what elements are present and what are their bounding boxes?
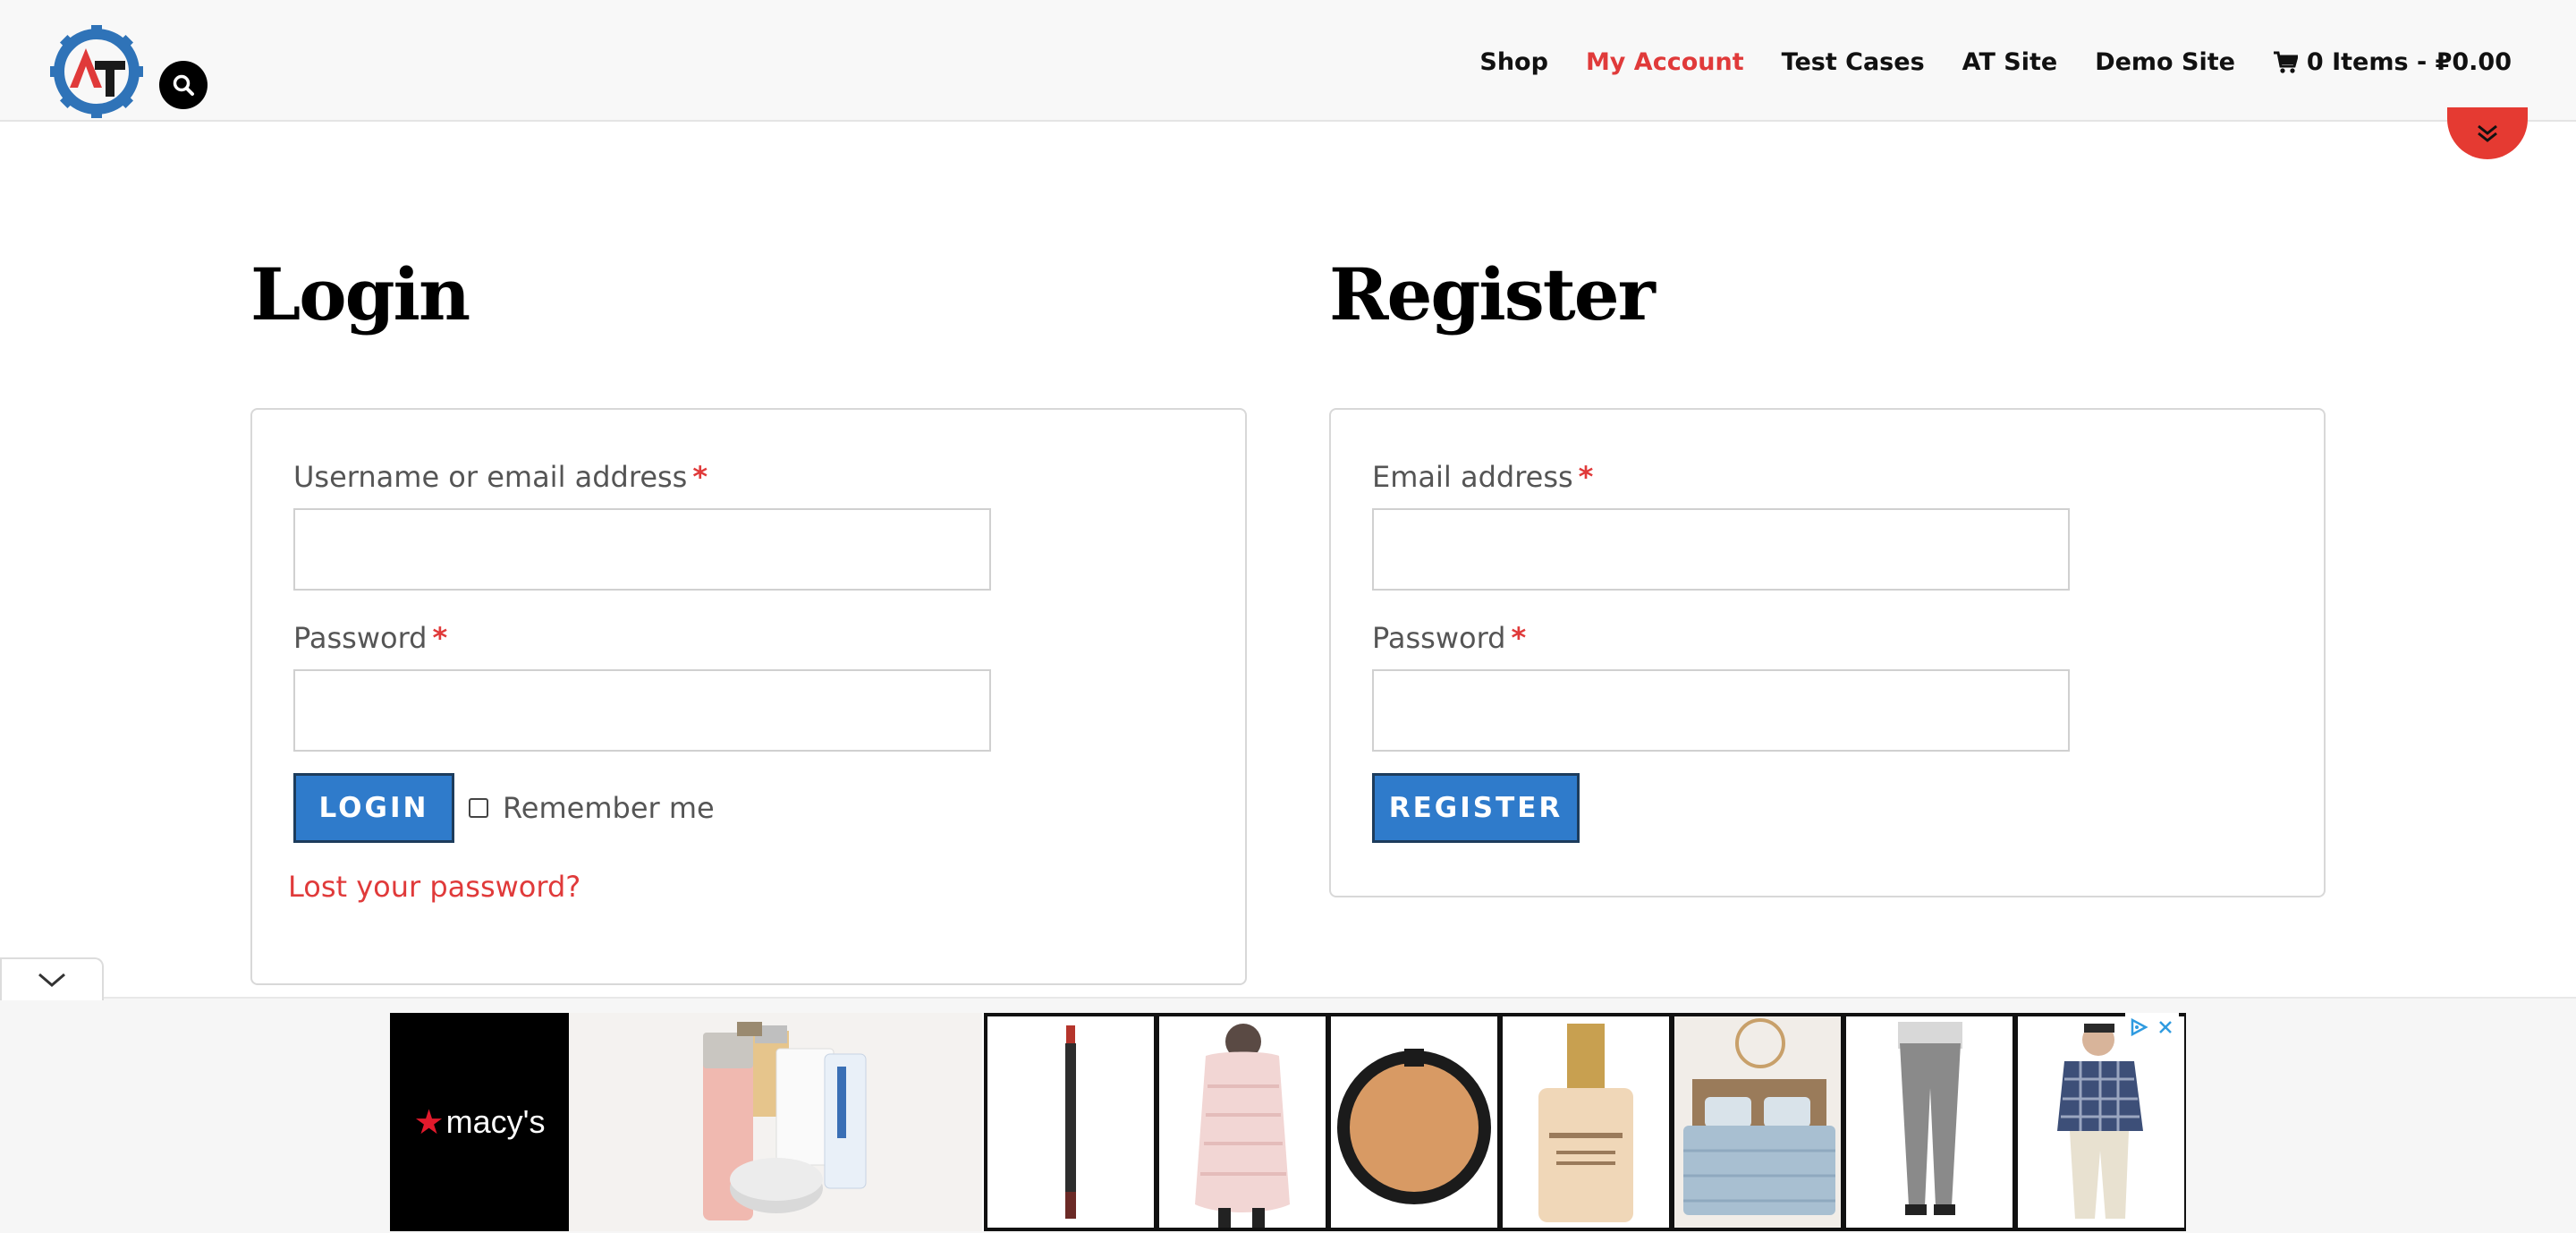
ad-hero-image[interactable] [569,1013,982,1231]
ad-close-icon[interactable] [2152,1014,2179,1041]
ad-brand-name: macy's [445,1103,546,1140]
display-ad[interactable]: ★ macy's [390,1013,2186,1231]
ad-tile-leggings[interactable] [1846,1016,2012,1228]
cart-summary: 0 Items - ₽0.00 [2306,48,2512,76]
login-password-input[interactable] [293,669,991,752]
collapse-ad-button[interactable] [0,957,104,1000]
nav-at-site[interactable]: AT Site [1962,48,2058,76]
register-password-input[interactable] [1372,669,2070,752]
username-label-text: Username or email address [293,460,688,494]
nav-demo-site[interactable]: Demo Site [2095,48,2235,76]
register-password-label-text: Password [1372,621,1506,655]
login-button[interactable]: LOGIN [293,773,454,843]
register-password-label: Password * [1372,621,1526,655]
register-email-input[interactable] [1372,508,2070,591]
nav-my-account[interactable]: My Account [1586,48,1744,76]
username-input[interactable] [293,508,991,591]
search-icon [173,74,194,96]
login-password-label-text: Password [293,621,428,655]
nav-shop[interactable]: Shop [1479,48,1548,76]
ad-controls [2125,1013,2179,1042]
adchoices-icon[interactable] [2125,1014,2152,1041]
register-title: Register [1329,252,1656,336]
remember-me-label: Remember me [503,791,715,825]
ad-tile-coat[interactable] [1159,1016,1326,1228]
register-button[interactable]: REGISTER [1372,773,1580,843]
remember-me-checkbox[interactable] [469,798,488,818]
site-header: Shop My Account Test Cases AT Site Demo … [0,0,2576,122]
search-button[interactable] [159,61,208,109]
email-label: Email address * [1372,460,1593,494]
scroll-toggle-button[interactable] [2447,107,2528,159]
ad-product-strip [984,1013,2186,1231]
ad-tile-eyeliner[interactable] [987,1016,1154,1228]
site-logo[interactable] [50,25,143,118]
username-label: Username or email address * [293,460,708,494]
remember-me[interactable]: Remember me [469,791,715,825]
required-mark: * [692,460,708,494]
chevron-down-icon [38,973,65,987]
nav-cart[interactable]: 0 Items - ₽0.00 [2273,48,2512,76]
email-label-text: Email address [1372,460,1573,494]
login-title: Login [250,252,470,336]
lost-password-link[interactable]: Lost your password? [288,870,580,904]
ad-tile-shirt-model[interactable] [2018,1016,2184,1228]
ad-tile-foundation[interactable] [1503,1016,1669,1228]
required-mark: * [1511,621,1527,655]
ad-brand-logo[interactable]: ★ macy's [390,1013,569,1231]
nav-test-cases[interactable]: Test Cases [1782,48,1925,76]
main-nav: Shop My Account Test Cases AT Site Demo … [1442,48,2512,76]
cart-icon [2273,51,2298,73]
required-mark: * [1578,460,1594,494]
star-icon: ★ [413,1102,445,1142]
ad-tile-compact[interactable] [1331,1016,1497,1228]
login-password-label: Password * [293,621,447,655]
required-mark: * [432,621,448,655]
ad-tile-bedding[interactable] [1674,1016,1841,1228]
double-chevron-down-icon [2478,124,2497,142]
